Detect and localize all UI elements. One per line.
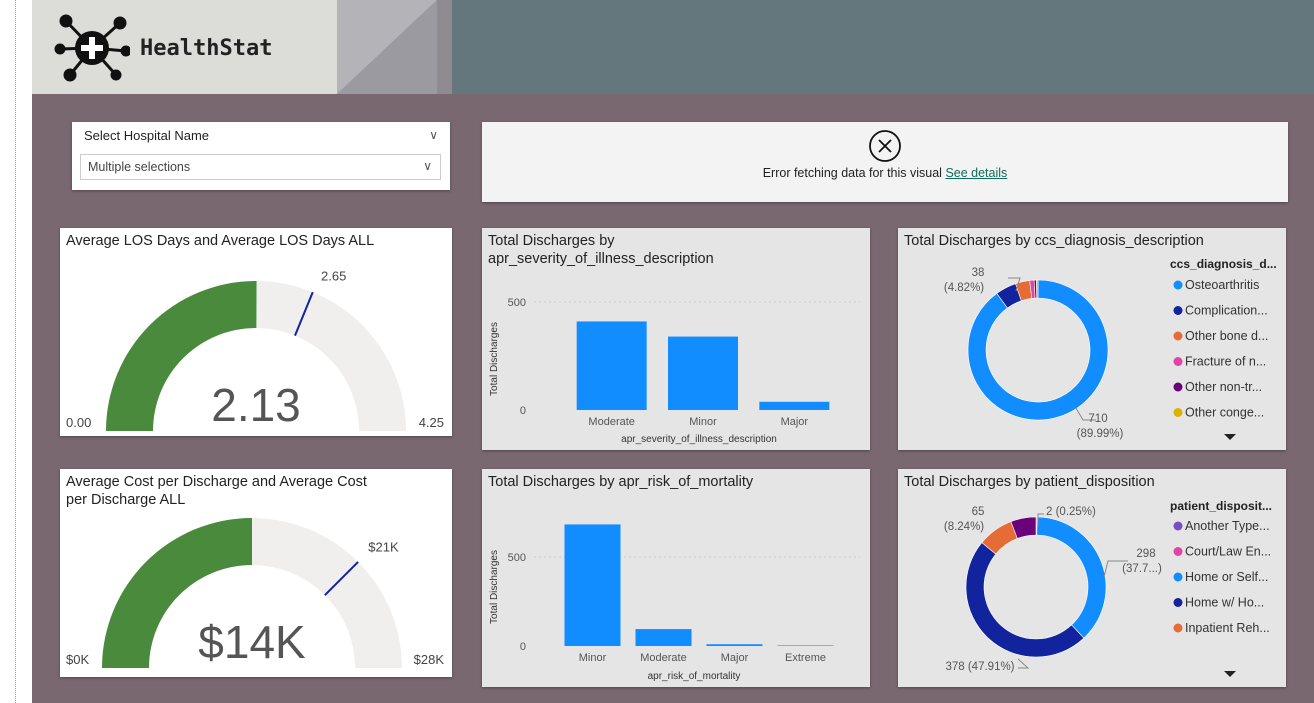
severity-xtick-major: Major (781, 416, 809, 428)
disposition-label-c-count: 298 (1136, 548, 1155, 560)
severity-xtick-minor: Minor (689, 416, 717, 428)
gauge-cost-target-label: $21K (368, 540, 399, 555)
disposition-slice-2[interactable] (1036, 516, 1107, 639)
diagnosis-donut-chart: 38 (4.82%) 710 (89.99%) ccs_diagnosis_d.… (944, 257, 1277, 440)
disposition-donut-chart: 65 (8.24%) 2 (0.25%) 298 (37.7...) 378 (… (944, 499, 1272, 677)
error-visual: Error fetching data for this visual See … (482, 122, 1288, 202)
disposition-slice-3[interactable] (965, 542, 1085, 658)
disposition-donut-card[interactable]: Total Discharges by patient_disposition … (898, 469, 1286, 687)
chevron-down-icon: ∨ (423, 159, 432, 173)
diagnosis-legend-marker-1 (1173, 306, 1183, 315)
page-edge-divider (15, 0, 16, 703)
collapse-chevron-icon[interactable]: ∨ (429, 128, 438, 142)
severity-bar-major[interactable] (759, 401, 830, 410)
disposition-legend-title: patient_disposit... (1170, 499, 1272, 513)
disposition-label-c-pct: (37.7...) (1122, 563, 1162, 575)
mortality-xtick-extreme: Extreme (785, 652, 826, 664)
hospital-slicer: Select Hospital Name ∨ Multiple selectio… (72, 122, 450, 190)
report-canvas: HealthStat Select Hospital Name ∨ Multip… (32, 0, 1314, 703)
severity-x-axis-title: apr_severity_of_illness_description (621, 434, 777, 445)
disposition-legend-marker-1 (1173, 547, 1183, 556)
disposition-legend-item-3[interactable]: Home w/ Ho... (1185, 596, 1264, 610)
mortality-y-axis-title: Total Discharges (489, 550, 500, 624)
severity-bar-minor[interactable] (668, 336, 738, 410)
mortality-bar-major[interactable] (706, 644, 763, 646)
disposition-legend-marker-3 (1173, 598, 1183, 607)
diagnosis-legend-item-1[interactable]: Complication... (1185, 304, 1268, 318)
legend-scroll-down-icon[interactable] (1224, 434, 1236, 440)
disposition-legend-item-1[interactable]: Court/Law En... (1185, 545, 1271, 559)
severity-ytick-500: 500 (508, 297, 526, 309)
diagnosis-legend-marker-3 (1173, 357, 1183, 366)
mortality-ytick-0: 0 (520, 641, 526, 653)
mortality-bar-chart: 500 0 Total Discharges apr_risk_of_morta… (489, 524, 860, 682)
mortality-ytick-500: 500 (508, 552, 526, 564)
diagnosis-donut-card[interactable]: Total Discharges by ccs_diagnosis_descri… (898, 228, 1286, 450)
disposition-legend-item-0[interactable]: Another Type... (1185, 519, 1270, 533)
disposition-legend-marker-4 (1173, 623, 1183, 633)
disposition-legend-marker-2 (1173, 572, 1183, 582)
error-message: Error fetching data for this visual See … (482, 166, 1288, 180)
severity-bar-moderate[interactable] (576, 321, 647, 410)
diagnosis-legend-item-4[interactable]: Other non-tr... (1185, 380, 1262, 394)
hospital-select-dropdown[interactable]: Multiple selections ∨ (80, 154, 441, 180)
disposition-legend-item-4[interactable]: Inpatient Reh... (1185, 621, 1270, 635)
severity-y-axis-title: Total Discharges (489, 322, 500, 396)
app-logo-text: HealthStat (140, 36, 273, 61)
gauge-los-max: 4.25 (419, 415, 444, 430)
mortality-bar-minor[interactable] (564, 524, 621, 646)
severity-ytick-0: 0 (520, 405, 526, 417)
gauge-cost-chart: $14K $0K $28K $21K (66, 518, 445, 668)
disposition-legend-item-2[interactable]: Home or Self... (1185, 570, 1268, 584)
diagnosis-legend-marker-2 (1173, 331, 1183, 341)
disposition-label-a-count: 65 (972, 506, 985, 518)
severity-xtick-moderate: Moderate (588, 416, 634, 428)
slicer-selected-value: Multiple selections (88, 160, 191, 174)
error-message-text: Error fetching data for this visual (762, 166, 942, 180)
legend-scroll-down-icon[interactable] (1224, 671, 1236, 677)
mortality-xtick-major: Major (721, 652, 749, 664)
gauge-los-chart: 2.13 0.00 4.25 2.65 (66, 269, 444, 431)
disposition-label-a-pct: (8.24%) (944, 521, 984, 533)
mortality-xtick-moderate: Moderate (640, 652, 686, 664)
mortality-bar-moderate[interactable] (635, 629, 692, 646)
gauge-cost-card[interactable]: Average Cost per Discharge and Average C… (60, 469, 452, 677)
diagnosis-legend-item-0[interactable]: Osteoarthritis (1185, 278, 1259, 292)
disposition-label-b: 2 (0.25%) (1046, 506, 1096, 518)
diagnosis-slice-5[interactable] (1036, 279, 1039, 299)
disposition-leader-d (1017, 658, 1030, 669)
slicer-label: Select Hospital Name (84, 128, 209, 143)
gauge-los-card[interactable]: Average LOS Days and Average LOS Days AL… (60, 228, 452, 436)
logo-triangle-dark (337, 0, 437, 94)
diagnosis-label-small-pct: (4.82%) (944, 282, 984, 294)
gauge-los-min: 0.00 (66, 415, 91, 430)
diagnosis-label-big-count: 710 (1088, 413, 1107, 425)
severity-bar-chart: 500 0 Total Discharges apr_severity_of_i… (489, 297, 860, 445)
diagnosis-legend-item-2[interactable]: Other bone d... (1185, 329, 1268, 343)
mortality-xtick-minor: Minor (579, 652, 607, 664)
gauge-cost-value: $14K (198, 616, 306, 668)
error-close-circle-icon (869, 130, 901, 162)
gauge-cost-min: $0K (66, 652, 89, 667)
gauge-los-value: 2.13 (211, 379, 301, 431)
mortality-bar-extreme[interactable] (777, 645, 834, 646)
diagnosis-label-big-pct: (89.99%) (1077, 428, 1124, 440)
diagnosis-slice-0[interactable] (967, 279, 1109, 421)
disposition-label-d: 378 (47.91%) (945, 661, 1014, 673)
diagnosis-legend-marker-5 (1173, 408, 1183, 417)
diagnosis-legend-marker-0 (1173, 280, 1183, 290)
gauge-cost-max: $28K (414, 652, 445, 667)
gauge-los-target-label: 2.65 (321, 269, 346, 284)
diagnosis-legend-title: ccs_diagnosis_d... (1170, 257, 1277, 271)
severity-bar-card[interactable]: Total Discharges by apr_severity_of_illn… (482, 228, 870, 450)
mortality-x-axis-title: apr_risk_of_mortality (648, 671, 741, 682)
see-details-link[interactable]: See details (945, 166, 1007, 180)
diagnosis-legend-item-3[interactable]: Fracture of n... (1185, 355, 1266, 369)
diagnosis-legend-item-5[interactable]: Other conge... (1185, 406, 1264, 420)
disposition-legend-marker-0 (1173, 521, 1183, 531)
mortality-bar-card[interactable]: Total Discharges by apr_risk_of_mortalit… (482, 469, 870, 687)
diagnosis-label-small-count: 38 (972, 267, 985, 279)
diagnosis-legend-marker-4 (1173, 382, 1183, 392)
healthstat-logo-icon (54, 14, 130, 82)
